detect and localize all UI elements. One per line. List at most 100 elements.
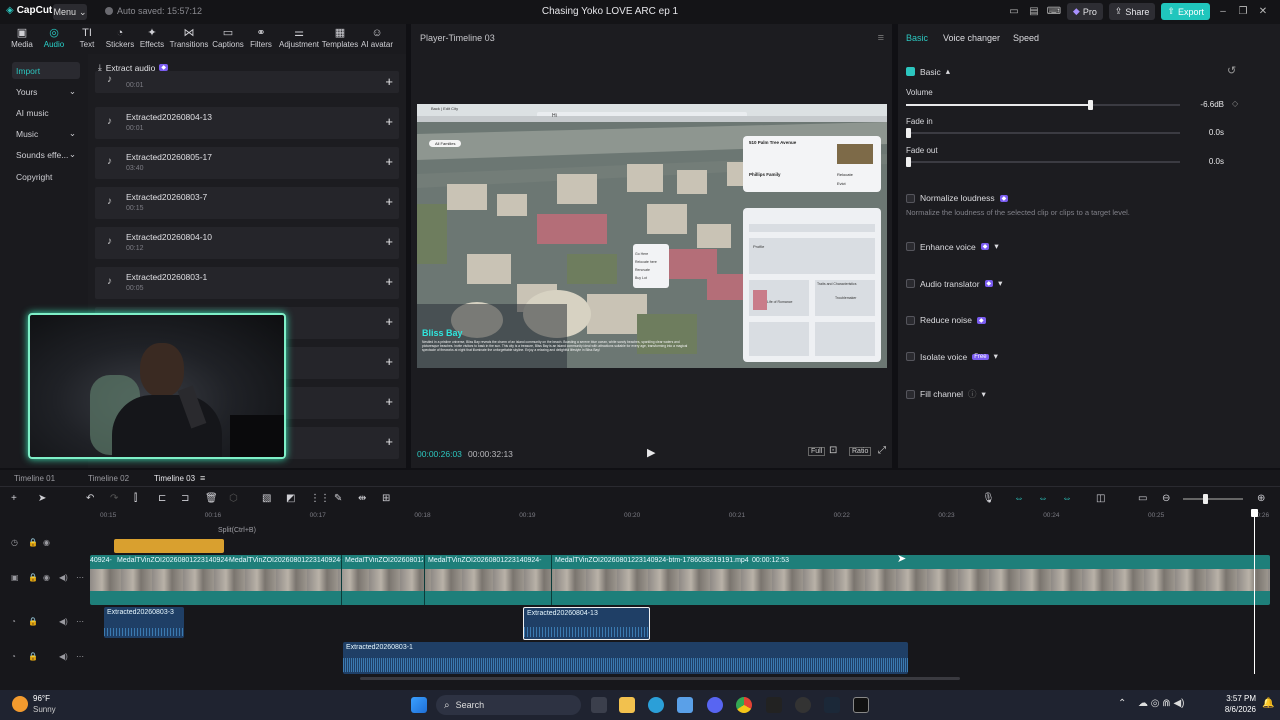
add-icon[interactable]: +	[385, 114, 393, 129]
enhance-checkbox[interactable]	[906, 242, 915, 251]
audio-item[interactable]: ♪ Extracted20260804-10 00:12 +	[95, 227, 399, 259]
add-icon[interactable]: +	[385, 194, 393, 209]
file-explorer-icon[interactable]	[619, 697, 635, 713]
export-button[interactable]: ⇧ Export	[1161, 3, 1210, 20]
caption-icon[interactable]: ▭	[1138, 493, 1147, 504]
magnet-icon[interactable]: ⇔	[1038, 493, 1048, 504]
tab-voice-changer[interactable]: Voice changer	[943, 33, 1000, 43]
nav-copyright[interactable]: Copyright	[12, 168, 80, 185]
audio-item[interactable]: ♪ Extracted20260803-7 00:15 +	[95, 187, 399, 219]
player-menu-icon[interactable]: ≡	[878, 32, 884, 44]
tab-speed[interactable]: Speed	[1013, 33, 1039, 43]
isolate-voice[interactable]: Isolate voice Free ▾	[906, 351, 998, 362]
zoom-in-icon[interactable]: ⊕	[1257, 493, 1265, 504]
fade-in-value[interactable]: 0.0s	[1184, 128, 1224, 137]
nav-import[interactable]: Import	[12, 62, 80, 79]
eye-icon[interactable]: ◉	[43, 573, 50, 582]
tab-timeline-02[interactable]: Timeline 02	[88, 474, 129, 483]
capcut-app-icon[interactable]	[766, 697, 782, 713]
fill-checkbox[interactable]	[906, 389, 915, 399]
panels-icon[interactable]: ▤	[1027, 5, 1041, 19]
add-icon[interactable]: +	[385, 434, 393, 449]
shortcuts-icon[interactable]: ⌨	[1047, 5, 1061, 19]
translator-checkbox[interactable]	[906, 279, 915, 288]
magic-icon[interactable]: ✎	[334, 493, 342, 504]
add-icon[interactable]: +	[385, 274, 393, 289]
crop-icon[interactable]: ⊞	[382, 493, 390, 504]
windows-start-icon[interactable]	[411, 697, 427, 713]
fullscreen-icon[interactable]: ⤢	[878, 445, 886, 456]
steam-icon[interactable]	[824, 697, 840, 713]
enhance-voice[interactable]: Enhance voice ◆ ▾	[906, 241, 999, 252]
mirror-icon[interactable]: ⇹	[358, 493, 366, 504]
weather-icon[interactable]	[12, 696, 28, 712]
add-icon[interactable]: +	[385, 234, 393, 249]
playhead-handle[interactable]	[1251, 509, 1258, 517]
zoom-slider[interactable]	[1183, 494, 1243, 504]
fade-out-slider[interactable]	[906, 157, 1180, 167]
more-icon[interactable]: ⋯	[76, 652, 84, 661]
freeze-icon[interactable]: ▧	[262, 493, 271, 504]
audio-clip[interactable]: Extracted20260803-3	[104, 607, 184, 638]
adjust-icon[interactable]: ⋮⋮	[310, 493, 330, 504]
audio-translator[interactable]: Audio translator ◆ ▾	[906, 278, 1002, 289]
task-view-icon[interactable]	[591, 697, 607, 713]
add-icon[interactable]: +	[385, 154, 393, 169]
chrome-icon[interactable]	[736, 697, 752, 713]
shield-icon[interactable]: ⬡	[229, 493, 238, 504]
zoom-knob[interactable]	[1203, 494, 1208, 504]
tray-icons[interactable]: ☁ ◎ ⋒ ◀)	[1138, 698, 1184, 709]
share-button[interactable]: ⇪ Share	[1108, 3, 1156, 20]
basic-section-header[interactable]: Basic ▴	[906, 66, 950, 77]
delete-icon[interactable]: 🗑	[205, 493, 218, 504]
edge-icon[interactable]	[648, 697, 664, 713]
add-icon[interactable]: +	[385, 314, 393, 329]
lock-icon[interactable]: 🔒	[28, 617, 38, 626]
audio-item[interactable]: ♪ Extracted20260805-17 03:40 +	[95, 147, 399, 179]
isolate-checkbox[interactable]	[906, 352, 915, 361]
video-preview[interactable]: Hi Back | Edit City All Families 510 Pal…	[417, 104, 887, 368]
fill-channel[interactable]: Fill channel ⓘ ▾	[906, 388, 986, 400]
timeline-menu-icon[interactable]: ≡	[200, 473, 205, 483]
lock-icon[interactable]: 🔒	[28, 538, 38, 547]
tool-transitions[interactable]: ⋈ Transitions	[169, 26, 209, 49]
tab-timeline-01[interactable]: Timeline 01	[14, 474, 55, 483]
lock-icon[interactable]: 🔒	[28, 652, 38, 661]
audio-item[interactable]: ♪ Extracted20260803-1 00:05 +	[95, 267, 399, 299]
volume-slider[interactable]	[906, 100, 1180, 110]
normalize-checkbox[interactable]	[906, 193, 915, 203]
fade-out-value[interactable]: 0.0s	[1184, 157, 1224, 166]
time-ruler[interactable]: 00:15 00:16 00:17 00:18 00:19 00:20 00:21 00:22…	[90, 512, 1280, 522]
reduce-noise[interactable]: Reduce noise ◆	[906, 315, 986, 325]
ratio-button[interactable]: Ratio	[849, 447, 872, 456]
normalize-loudness[interactable]: Normalize loudness ◆	[906, 193, 1009, 203]
timeline-scrollbar[interactable]	[360, 677, 960, 680]
fade-in-slider[interactable]	[906, 128, 1180, 138]
video-track[interactable]: 40924- MedalTVinZOI20260801223140924- Me…	[90, 555, 1270, 605]
volume-value[interactable]: -6.6dB	[1184, 100, 1224, 109]
audio-track-icon[interactable]: ◔	[11, 617, 16, 626]
mask-icon[interactable]: ◩	[286, 493, 295, 504]
add-icon[interactable]: +	[11, 493, 17, 504]
link-icon[interactable]: ⇔	[1014, 493, 1024, 504]
play-icon[interactable]: ▶	[647, 446, 655, 459]
eye-icon[interactable]: ◉	[43, 538, 50, 547]
tab-timeline-03[interactable]: Timeline 03	[154, 474, 195, 483]
fade-in-knob[interactable]	[906, 128, 911, 138]
playhead[interactable]	[1254, 512, 1255, 674]
snap-icon[interactable]: ◫	[1096, 493, 1105, 504]
undo-icon[interactable]: ↶	[86, 493, 94, 504]
tool-filters[interactable]: ⚭ Filters	[241, 26, 281, 49]
nav-yours[interactable]: Yours ⌄	[12, 83, 80, 100]
split-left-icon[interactable]: ⊏	[158, 493, 166, 504]
zoom-out-icon[interactable]: ⊖	[1162, 493, 1170, 504]
volume-knob[interactable]	[1087, 100, 1093, 110]
photos-icon[interactable]	[677, 697, 693, 713]
microphone-icon[interactable]: 🎙	[982, 493, 995, 504]
sticker-clip[interactable]	[114, 539, 224, 553]
audio-clip[interactable]: Extracted20260803-1	[343, 642, 908, 674]
cover-icon[interactable]: ▣	[11, 573, 19, 582]
minimize-icon[interactable]: –	[1216, 5, 1230, 19]
full-quality-button[interactable]: Full	[808, 447, 826, 456]
clock-icon[interactable]: ◷	[11, 538, 18, 547]
